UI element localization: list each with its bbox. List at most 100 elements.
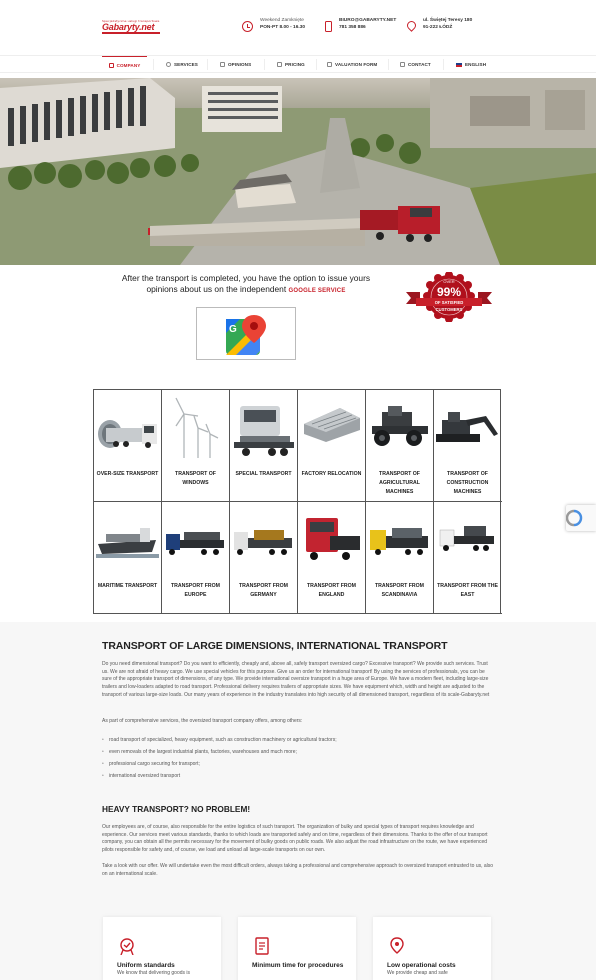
service-label: MARITIME TRANSPORT [97, 583, 158, 589]
badge-value: 99% [437, 285, 461, 299]
logo-name: Gabaryty.net [102, 22, 155, 32]
google-maps-icon: G [226, 315, 266, 355]
gabaryty-logo[interactable]: Specjalistyczne usługi transportowe Gaba… [102, 19, 160, 35]
certificate-icon [120, 938, 134, 955]
list-item: international oversized transport [102, 770, 494, 782]
truck-scandinavia-image [370, 528, 428, 555]
satisfaction-badge: OVER 99% OF SATISFIED CUSTOMERS [406, 272, 492, 322]
nav-services[interactable]: SERVICES [166, 56, 198, 73]
clock-icon [242, 21, 253, 32]
service-label: SPECIAL TRANSPORT [235, 471, 292, 477]
nav-contact[interactable]: CONTACT [400, 56, 431, 73]
truck-europe-image [166, 532, 224, 555]
services-icon [166, 62, 171, 67]
nav-label: ENGLISH [465, 62, 487, 67]
document-icon [255, 937, 269, 955]
service-oversize-transport[interactable]: OVER-SIZE TRANSPORT [94, 390, 162, 502]
service-transport-from-germany[interactable]: TRANSPORT FROM GERMANY [230, 502, 298, 614]
truck-england-image [306, 518, 360, 560]
google-service-link[interactable]: GOOGLE SERVICE [288, 288, 345, 294]
article-paragraph-4: Take a look with our offer. We will unde… [102, 863, 494, 877]
nav-divider [443, 59, 444, 70]
service-transport-of-windows[interactable]: TRANSPORT OF WINDOWS [162, 390, 230, 502]
article-paragraph-3: Our employees are, of course, also respo… [102, 824, 488, 854]
comment-icon [220, 62, 225, 67]
service-maritime-transport[interactable]: MARITIME TRANSPORT [94, 502, 162, 614]
feature-card-low-costs: Low operational costs We provide cheap a… [373, 917, 491, 980]
service-construction-machines[interactable]: TRANSPORT OF CONSTRUCTION MACHINES [434, 390, 502, 502]
nav-label: SERVICES [174, 62, 198, 67]
list-item: road transport of specialized, heavy equ… [102, 734, 494, 746]
address-city: 91-222 ŁÓDŹ [423, 24, 453, 30]
card-description: We know that delivering goods is [117, 970, 191, 976]
list-item: even removals of the largest industrial … [102, 746, 494, 758]
form-icon [327, 62, 332, 67]
nav-language[interactable]: ENGLISH [456, 56, 486, 73]
google-maps-link[interactable]: G [196, 307, 296, 360]
nav-divider [264, 59, 265, 70]
service-factory-relocation[interactable]: FACTORY RELOCATION [298, 390, 366, 502]
hours-weekdays: PON-PT 8.00 - 16.30 [260, 24, 306, 30]
service-label: TRANSPORT FROM SCANDINAVIA [375, 583, 424, 598]
aerial-factory-image [0, 78, 596, 265]
heavy-transport-heading: HEAVY TRANSPORT? NO PROBLEM! [102, 804, 251, 814]
recaptcha-badge[interactable] [565, 505, 596, 531]
badge-line2: CUSTOMERS [436, 307, 463, 312]
address-info: ul. Świętej Teresy 180 91-222 ŁÓDŹ [405, 18, 473, 32]
service-label: TRANSPORT OF AGRICULTURAL MACHINES [379, 471, 420, 495]
flag-icon [456, 62, 462, 67]
service-transport-from-east[interactable]: TRANSPORT FROM THE EAST [434, 502, 502, 614]
card-title: Low operational costs [387, 962, 456, 969]
nav-divider [207, 59, 208, 70]
excavator-image [436, 412, 498, 442]
nav-pricing[interactable]: PRICING [277, 56, 305, 73]
nav-valuation-form[interactable]: VALUATION FORM [327, 56, 377, 73]
top-header: Specjalistyczne usługi transportowe Gaba… [0, 0, 596, 55]
nav-label: CONTACT [408, 62, 431, 67]
service-label: OVER-SIZE TRANSPORT [96, 471, 159, 477]
nav-divider [388, 59, 389, 70]
logo-underline [102, 32, 160, 34]
opening-hours: Weekend Zamknięte PON-PT 8.00 - 16.30 [242, 18, 305, 32]
truck-east-image [439, 526, 494, 551]
svg-text:G: G [229, 324, 237, 335]
article-paragraph-1: Do you need dimensional transport? Do yo… [102, 661, 490, 698]
wind-turbine-image [175, 397, 219, 458]
services-grid: OVER-SIZE TRANSPORT TRANSPORT OF WINDOWS… [93, 389, 502, 614]
tag-icon [277, 62, 282, 67]
location-pin-icon [405, 19, 418, 32]
opinions-intro: After the transport is completed, you ha… [118, 273, 374, 296]
envelope-icon [400, 62, 405, 67]
service-label: TRANSPORT FROM GERMANY [239, 583, 288, 598]
service-transport-from-scandinavia[interactable]: TRANSPORT FROM SCANDINAVIA [366, 502, 434, 614]
ship-image [96, 528, 159, 558]
service-transport-from-europe[interactable]: TRANSPORT FROM EUROPE [162, 502, 230, 614]
article-title: TRANSPORT OF LARGE DIMENSIONS, INTERNATI… [102, 640, 448, 652]
service-label: TRANSPORT FROM THE EAST [437, 583, 498, 598]
nav-opinions[interactable]: OPINIONS [220, 56, 251, 73]
home-icon [108, 62, 114, 68]
address-street: ul. Świętej Teresy 180 [423, 18, 473, 23]
badge-line1: OF SATISFIED [435, 300, 464, 305]
hours-weekend: Weekend Zamknięte [260, 18, 304, 23]
location-cost-icon [390, 937, 404, 954]
service-label: TRANSPORT FROM ENGLAND [307, 583, 356, 598]
service-transport-from-england[interactable]: TRANSPORT FROM ENGLAND [298, 502, 366, 614]
service-special-transport[interactable]: SPECIAL TRANSPORT [230, 390, 298, 502]
machinery-image [304, 408, 360, 442]
phone-link[interactable]: 781 358 886 [339, 25, 396, 32]
nav-divider [153, 59, 154, 70]
service-label: TRANSPORT FROM EUROPE [171, 583, 220, 598]
email-link[interactable]: BIURO@GABARYTY.NET [339, 18, 396, 25]
feature-card-minimum-time: Minimum time for procedures [238, 917, 356, 980]
tractor-image [372, 406, 428, 446]
card-title: Minimum time for procedures [252, 962, 344, 969]
service-agricultural-machines[interactable]: TRANSPORT OF AGRICULTURAL MACHINES [366, 390, 434, 502]
nav-divider [316, 59, 317, 70]
oversize-truck-image [98, 420, 157, 448]
nav-company[interactable]: COMPANY [102, 56, 147, 73]
badge-over: OVER [443, 279, 454, 284]
service-label: TRANSPORT OF WINDOWS [175, 471, 216, 486]
contact-info: BIURO@GABARYTY.NET 781 358 886 [325, 18, 396, 32]
service-label: TRANSPORT OF CONSTRUCTION MACHINES [446, 471, 489, 495]
